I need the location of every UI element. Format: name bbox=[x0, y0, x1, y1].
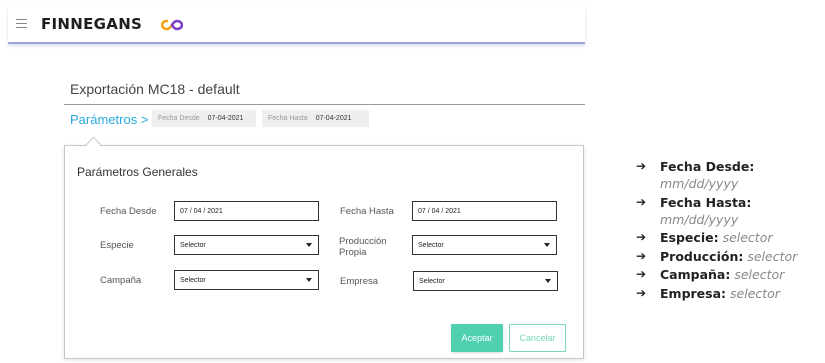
accept-button[interactable]: Aceptar bbox=[451, 324, 503, 352]
especie-label: Especie bbox=[100, 240, 134, 251]
empresa-select-value: Selector bbox=[419, 277, 445, 285]
note-key: Producción: bbox=[660, 248, 744, 264]
chevron-down-icon bbox=[544, 243, 550, 247]
chevron-down-icon bbox=[306, 278, 312, 282]
chevron-down-icon bbox=[545, 279, 551, 283]
note-key: Fecha Desde: bbox=[660, 159, 755, 174]
title-divider bbox=[64, 104, 585, 105]
arrow-bullet-icon: ➔ bbox=[636, 267, 647, 281]
chip-value: 07-04-2021 bbox=[207, 115, 244, 122]
list-item: ➔ Campaña: selector bbox=[636, 266, 825, 283]
arrow-bullet-icon: ➔ bbox=[636, 194, 647, 209]
chip-label: Fecha Hasta bbox=[268, 115, 308, 122]
produccion-label: Producción Propia bbox=[339, 236, 387, 258]
note-value: selector bbox=[722, 230, 773, 245]
top-bar: FINNEGANS bbox=[8, 6, 585, 44]
note-key: Empresa: bbox=[660, 285, 727, 301]
breadcrumb-parametros[interactable]: Parámetros > bbox=[70, 112, 148, 127]
arrow-bullet-icon: ➔ bbox=[636, 159, 647, 173]
field-notes-list: ➔ Fecha Desde: mm/dd/yyyy ➔ Fecha Hasta:… bbox=[636, 158, 825, 303]
panel-title: Parámetros Generales bbox=[77, 165, 198, 179]
especie-select[interactable]: Selector bbox=[174, 235, 319, 255]
arrow-bullet-icon: ➔ bbox=[636, 285, 647, 300]
note-key: Fecha Hasta: bbox=[660, 194, 752, 210]
note-value: mm/dd/yyyy bbox=[660, 176, 739, 191]
campana-label: Campaña bbox=[100, 275, 142, 286]
chevron-down-icon bbox=[306, 243, 312, 247]
fecha-desde-input[interactable]: 07 / 04 / 2021 bbox=[174, 201, 319, 221]
arrow-bullet-icon: ➔ bbox=[636, 230, 647, 244]
filter-chip-fecha-desde[interactable]: Fecha Desde 07-04-2021 bbox=[152, 110, 256, 127]
note-value: selector bbox=[747, 248, 798, 264]
produccion-select-value: Selector bbox=[418, 241, 444, 249]
list-item: ➔ Empresa: selector bbox=[636, 285, 825, 302]
produccion-select[interactable]: Selector bbox=[412, 235, 557, 255]
fecha-hasta-input[interactable]: 07 / 04 / 2021 bbox=[412, 201, 557, 221]
note-value: selector bbox=[734, 267, 785, 282]
hamburger-menu-icon[interactable] bbox=[16, 19, 27, 28]
list-item: ➔ Especie: selector bbox=[636, 229, 825, 246]
note-value: selector bbox=[730, 285, 780, 301]
campana-select[interactable]: Selector bbox=[174, 270, 319, 290]
infinity-logo-icon bbox=[161, 19, 183, 31]
campana-select-value: Selector bbox=[180, 276, 206, 284]
empresa-label: Empresa bbox=[340, 276, 379, 287]
parameters-panel: Parámetros Generales Fecha Desde 07 / 04… bbox=[64, 145, 584, 359]
list-item: ➔ Fecha Hasta: mm/dd/yyyy bbox=[636, 194, 825, 228]
list-item: ➔ Producción: selector bbox=[636, 248, 825, 265]
brand-logo-text: FINNEGANS bbox=[41, 15, 143, 33]
cancel-button[interactable]: Cancelar bbox=[509, 324, 566, 352]
fecha-desde-label: Fecha Desde bbox=[100, 206, 157, 217]
arrow-bullet-icon: ➔ bbox=[636, 248, 647, 263]
note-key: Campaña: bbox=[660, 267, 731, 282]
page-title: Exportación MC18 - default bbox=[70, 81, 240, 97]
especie-select-value: Selector bbox=[180, 241, 206, 249]
note-value: mm/dd/yyyy bbox=[660, 211, 739, 227]
chip-value: 07-04-2021 bbox=[315, 115, 352, 122]
fecha-hasta-label: Fecha Hasta bbox=[340, 206, 394, 217]
chip-label: Fecha Desde bbox=[158, 115, 200, 122]
filter-chip-fecha-hasta[interactable]: Fecha Hasta 07-04-2021 bbox=[262, 110, 369, 127]
list-item: ➔ Fecha Desde: mm/dd/yyyy bbox=[636, 158, 825, 192]
note-key: Especie: bbox=[660, 230, 719, 245]
empresa-select[interactable]: Selector bbox=[413, 271, 558, 291]
